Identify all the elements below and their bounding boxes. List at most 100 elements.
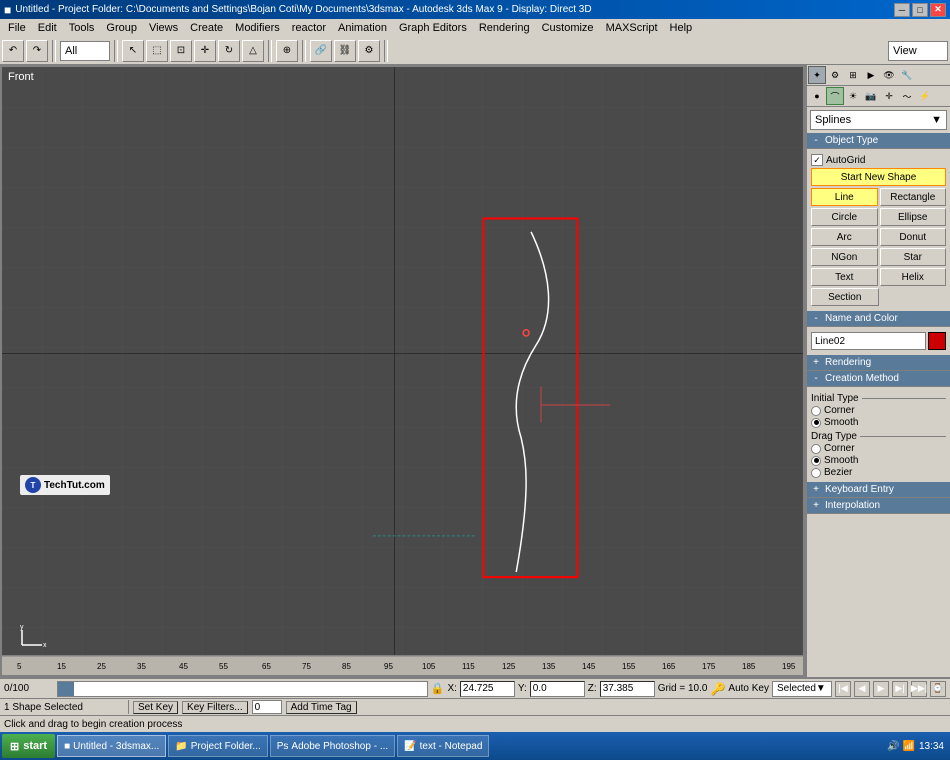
taskbar-project-folder[interactable]: 📁 Project Folder...	[168, 735, 267, 757]
arc-button[interactable]: Arc	[811, 228, 878, 246]
rendering-rollout[interactable]: + Rendering	[807, 355, 950, 371]
drag-smooth-radio[interactable]: Smooth	[811, 455, 946, 466]
name-input[interactable]: Line02	[811, 332, 926, 350]
menu-animation[interactable]: Animation	[332, 19, 393, 37]
minimize-button[interactable]: ─	[894, 3, 910, 17]
window-crossing-button[interactable]: ⊡	[170, 40, 192, 62]
start-button[interactable]: ⊞ start	[2, 734, 55, 758]
select-scale-button[interactable]: △	[242, 40, 264, 62]
x-field[interactable]: 24.725	[460, 681, 515, 697]
menu-help[interactable]: Help	[664, 19, 699, 37]
line-button[interactable]: Line	[811, 188, 878, 206]
autogrid-checkbox[interactable]: ✓	[811, 154, 823, 166]
menu-file[interactable]: File	[2, 19, 32, 37]
bezier-radio-btn[interactable]	[811, 468, 821, 478]
unlink-button[interactable]: ⛓	[334, 40, 356, 62]
taskbar-photoshop[interactable]: Ps Adobe Photoshop - ...	[270, 735, 395, 757]
menu-create[interactable]: Create	[184, 19, 229, 37]
key-icon: 🔑	[710, 682, 725, 696]
y-field[interactable]: 0.0	[530, 681, 585, 697]
smooth-radio-btn[interactable]	[811, 418, 821, 428]
donut-button[interactable]: Donut	[880, 228, 947, 246]
taskbar-3dsmax[interactable]: ■ Untitled - 3dsmax...	[57, 735, 166, 757]
circle-button[interactable]: Circle	[811, 208, 878, 226]
menu-group[interactable]: Group	[100, 19, 143, 37]
playback-prev-button[interactable]: ◀	[854, 681, 870, 697]
close-button[interactable]: ✕	[930, 3, 946, 17]
shapes-btn[interactable]: ⌒	[826, 87, 844, 105]
undo-button[interactable]: ↶	[2, 40, 24, 62]
initial-corner-radio[interactable]: Corner	[811, 405, 946, 416]
motion-panel-btn[interactable]: ▶	[862, 66, 880, 84]
corner-radio-btn[interactable]	[811, 406, 821, 416]
selected-dropdown[interactable]: Selected ▼	[772, 681, 832, 697]
ngon-button[interactable]: NGon	[811, 248, 878, 266]
viewport[interactable]: Front T TechTut.com x y	[0, 65, 805, 677]
select-rotate-button[interactable]: ↻	[218, 40, 240, 62]
star-button[interactable]: Star	[880, 248, 947, 266]
key-filters-button[interactable]: Key Filters...	[182, 701, 248, 714]
z-field[interactable]: 37.385	[600, 681, 655, 697]
menu-edit[interactable]: Edit	[32, 19, 63, 37]
helpers-btn[interactable]: ✛	[880, 87, 898, 105]
menu-rendering[interactable]: Rendering	[473, 19, 536, 37]
bind-button[interactable]: ⚙	[358, 40, 380, 62]
reference-coord-button[interactable]: ⊕	[276, 40, 298, 62]
name-color-rollout[interactable]: - Name and Color	[807, 311, 950, 327]
display-panel-btn[interactable]: 👁	[880, 66, 898, 84]
color-swatch[interactable]	[928, 332, 946, 350]
key-mode-button[interactable]: ⌚	[930, 681, 946, 697]
rectangle-button[interactable]: Rectangle	[880, 188, 947, 206]
text-button[interactable]: Text	[811, 268, 878, 286]
timeline-slider[interactable]	[57, 681, 428, 697]
select-object-button[interactable]: ↖	[122, 40, 144, 62]
start-new-shape-button[interactable]: Start New Shape	[811, 168, 946, 186]
select-move-button[interactable]: ✛	[194, 40, 216, 62]
select-region-button[interactable]: ⬚	[146, 40, 168, 62]
interpolation-rollout[interactable]: + Interpolation	[807, 498, 950, 514]
set-key-button[interactable]: Set Key	[133, 701, 178, 714]
keyboard-entry-rollout[interactable]: + Keyboard Entry	[807, 482, 950, 498]
menu-maxscript[interactable]: MAXScript	[600, 19, 664, 37]
ellipse-button[interactable]: Ellipse	[880, 208, 947, 226]
timeline-thumb[interactable]	[58, 682, 74, 696]
lights-btn[interactable]: ☀	[844, 87, 862, 105]
geometry-btn[interactable]: ●	[808, 87, 826, 105]
playback-start-button[interactable]: |◀	[835, 681, 851, 697]
modify-panel-btn[interactable]: ⚙	[826, 66, 844, 84]
menu-tools[interactable]: Tools	[63, 19, 101, 37]
link-button[interactable]: 🔗	[310, 40, 332, 62]
object-type-rollout[interactable]: - Object Type	[807, 133, 950, 149]
splines-dropdown[interactable]: Splines ▼	[810, 110, 947, 130]
add-time-tag-button[interactable]: Add Time Tag	[286, 701, 357, 714]
creation-method-rollout[interactable]: - Creation Method	[807, 371, 950, 387]
drag-corner-radio[interactable]: Corner	[811, 443, 946, 454]
drag-smooth-radio-btn[interactable]	[811, 456, 821, 466]
taskbar-notepad[interactable]: 📝 text - Notepad	[397, 735, 489, 757]
playback-next-button[interactable]: ▶|	[892, 681, 908, 697]
playback-play-button[interactable]: ▶	[873, 681, 889, 697]
utilities-panel-btn[interactable]: 🔧	[898, 66, 916, 84]
helix-button[interactable]: Helix	[880, 268, 947, 286]
maximize-button[interactable]: □	[912, 3, 928, 17]
view-dropdown[interactable]: View	[888, 41, 948, 61]
spacewarps-btn[interactable]: 〜	[898, 87, 916, 105]
section-button[interactable]: Section	[811, 288, 879, 306]
hierarchy-panel-btn[interactable]: ⊞	[844, 66, 862, 84]
playback-end-button[interactable]: ▶▶|	[911, 681, 927, 697]
redo-button[interactable]: ↷	[26, 40, 48, 62]
create-panel-btn[interactable]: ✦	[808, 66, 826, 84]
shape-selected-text: 1 Shape Selected	[4, 702, 124, 713]
frame-field[interactable]: 0	[252, 700, 282, 714]
menu-reactor[interactable]: reactor	[286, 19, 332, 37]
menu-customize[interactable]: Customize	[536, 19, 600, 37]
select-filter-dropdown[interactable]: All	[60, 41, 110, 61]
drag-bezier-radio[interactable]: Bezier	[811, 467, 946, 478]
initial-smooth-radio[interactable]: Smooth	[811, 417, 946, 428]
drag-corner-radio-btn[interactable]	[811, 444, 821, 454]
menu-views[interactable]: Views	[143, 19, 184, 37]
menu-modifiers[interactable]: Modifiers	[229, 19, 286, 37]
menu-graph-editors[interactable]: Graph Editors	[393, 19, 473, 37]
cameras-btn[interactable]: 📷	[862, 87, 880, 105]
systems-btn[interactable]: ⚡	[916, 87, 934, 105]
